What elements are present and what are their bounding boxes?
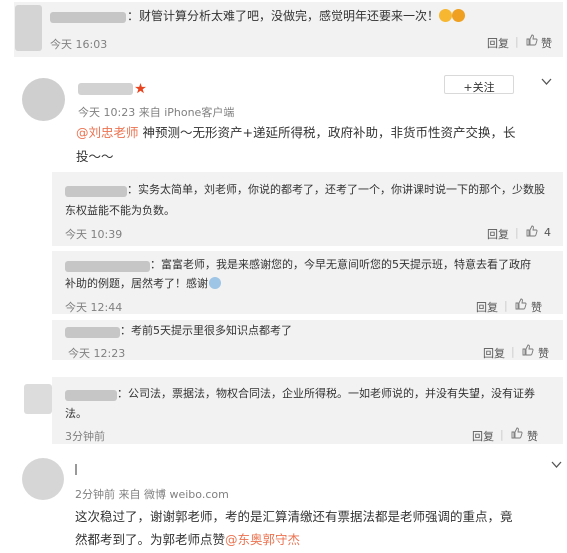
reply-text: ：考前5天提示里很多知识点都考了 xyxy=(120,324,292,337)
like-count: 4 xyxy=(544,226,551,239)
action-divider: | xyxy=(511,345,515,358)
post-text: @刘忠老师 神预测～无形资产+递延所得税，政府补助，非货币性资产交换，长 xyxy=(76,125,516,140)
action-divider: | xyxy=(515,226,519,239)
emoji-icon xyxy=(439,9,453,22)
reply-time: 3分钟前 xyxy=(65,430,105,443)
mention-link[interactable]: @东奥郭守杰 xyxy=(225,532,300,547)
reply-text-line2: 补助的例题，居然考了！感谢 xyxy=(65,276,221,292)
reply-button[interactable]: 回复 xyxy=(483,345,505,361)
reply-time: 今天 10:39 xyxy=(65,228,123,241)
post-meta: 2分钟前 来自 微博 weibo.com xyxy=(75,488,229,501)
reply-button[interactable]: 回复 xyxy=(472,428,494,444)
avatar[interactable] xyxy=(22,78,65,121)
thumb-up-icon xyxy=(522,344,534,356)
like-label: 赞 xyxy=(538,347,549,360)
poster-name[interactable] xyxy=(78,83,133,95)
like-button[interactable] xyxy=(526,34,538,46)
avatar[interactable] xyxy=(24,384,52,414)
reply-button[interactable]: 回复 xyxy=(476,299,498,315)
like-label: 赞 xyxy=(541,37,552,50)
commenter-name[interactable] xyxy=(65,186,127,197)
like-button[interactable] xyxy=(515,298,527,310)
chevron-down-icon[interactable] xyxy=(551,461,562,469)
post-text-line2: 然都考到了。为郭老师点赞@东奥郭守杰 xyxy=(75,532,301,547)
reply-button[interactable]: 回复 xyxy=(487,226,509,242)
post-meta: 今天 10:23 来自 iPhone客户端 xyxy=(78,106,235,119)
reply-text-line2: 法。 xyxy=(65,407,87,420)
comment-time: 今天 16:03 xyxy=(50,38,108,51)
poster-name[interactable] xyxy=(75,464,77,475)
like-button[interactable] xyxy=(511,427,523,439)
commenter-name[interactable] xyxy=(65,261,150,272)
reply-text-line2: 东权益能不能为负数。 xyxy=(65,204,175,217)
emoji-icon xyxy=(452,9,466,22)
reply-text: ：公司法，票据法，物权合同法，企业所得税。一如老师说的，并没有失望，没有证券 xyxy=(117,387,535,400)
post-text: 这次稳过了，谢谢郭老师，考的是汇算清缴还有票据法都是老师强调的重点，竟 xyxy=(75,509,513,524)
like-button[interactable] xyxy=(522,344,534,356)
reply-text: ：实务太简单，刘老师，你说的都考了，还考了一个，你讲课时说一下的那个，少数股 xyxy=(127,183,545,196)
like-label: 赞 xyxy=(531,301,542,314)
mention-link[interactable]: @刘忠老师 xyxy=(76,125,139,140)
star-icon xyxy=(135,83,146,94)
emoji-icon xyxy=(209,277,221,289)
reply-time: 今天 12:44 xyxy=(65,301,123,314)
follow-label: +关注 xyxy=(463,81,495,94)
post-text-line2: 投～～ xyxy=(76,149,114,164)
commenter-name[interactable] xyxy=(65,327,120,338)
top-comment-text: ：财管计算分析太难了吧，没做完，感觉明年还要来一次！ xyxy=(127,8,466,24)
avatar[interactable] xyxy=(15,5,42,51)
chevron-down-icon[interactable] xyxy=(541,78,552,86)
action-divider: | xyxy=(515,35,519,48)
action-divider: | xyxy=(504,299,508,312)
thumb-up-icon xyxy=(515,298,527,310)
action-divider: | xyxy=(500,428,504,441)
like-label: 赞 xyxy=(527,430,538,443)
reply-time: 今天 12:23 xyxy=(68,347,126,360)
reply-button[interactable]: 回复 xyxy=(487,35,509,51)
avatar[interactable] xyxy=(22,458,64,500)
thumb-up-icon xyxy=(526,34,538,46)
thumb-up-icon xyxy=(526,225,538,237)
follow-button[interactable]: +关注 xyxy=(444,75,514,94)
commenter-name[interactable] xyxy=(50,12,126,23)
commenter-name[interactable] xyxy=(65,390,117,401)
thumb-up-icon xyxy=(511,427,523,439)
like-button[interactable] xyxy=(526,225,538,237)
reply-text: ：富富老师，我是来感谢您的，今早无意间听您的5天提示班，特意去看了政府 xyxy=(150,258,531,271)
